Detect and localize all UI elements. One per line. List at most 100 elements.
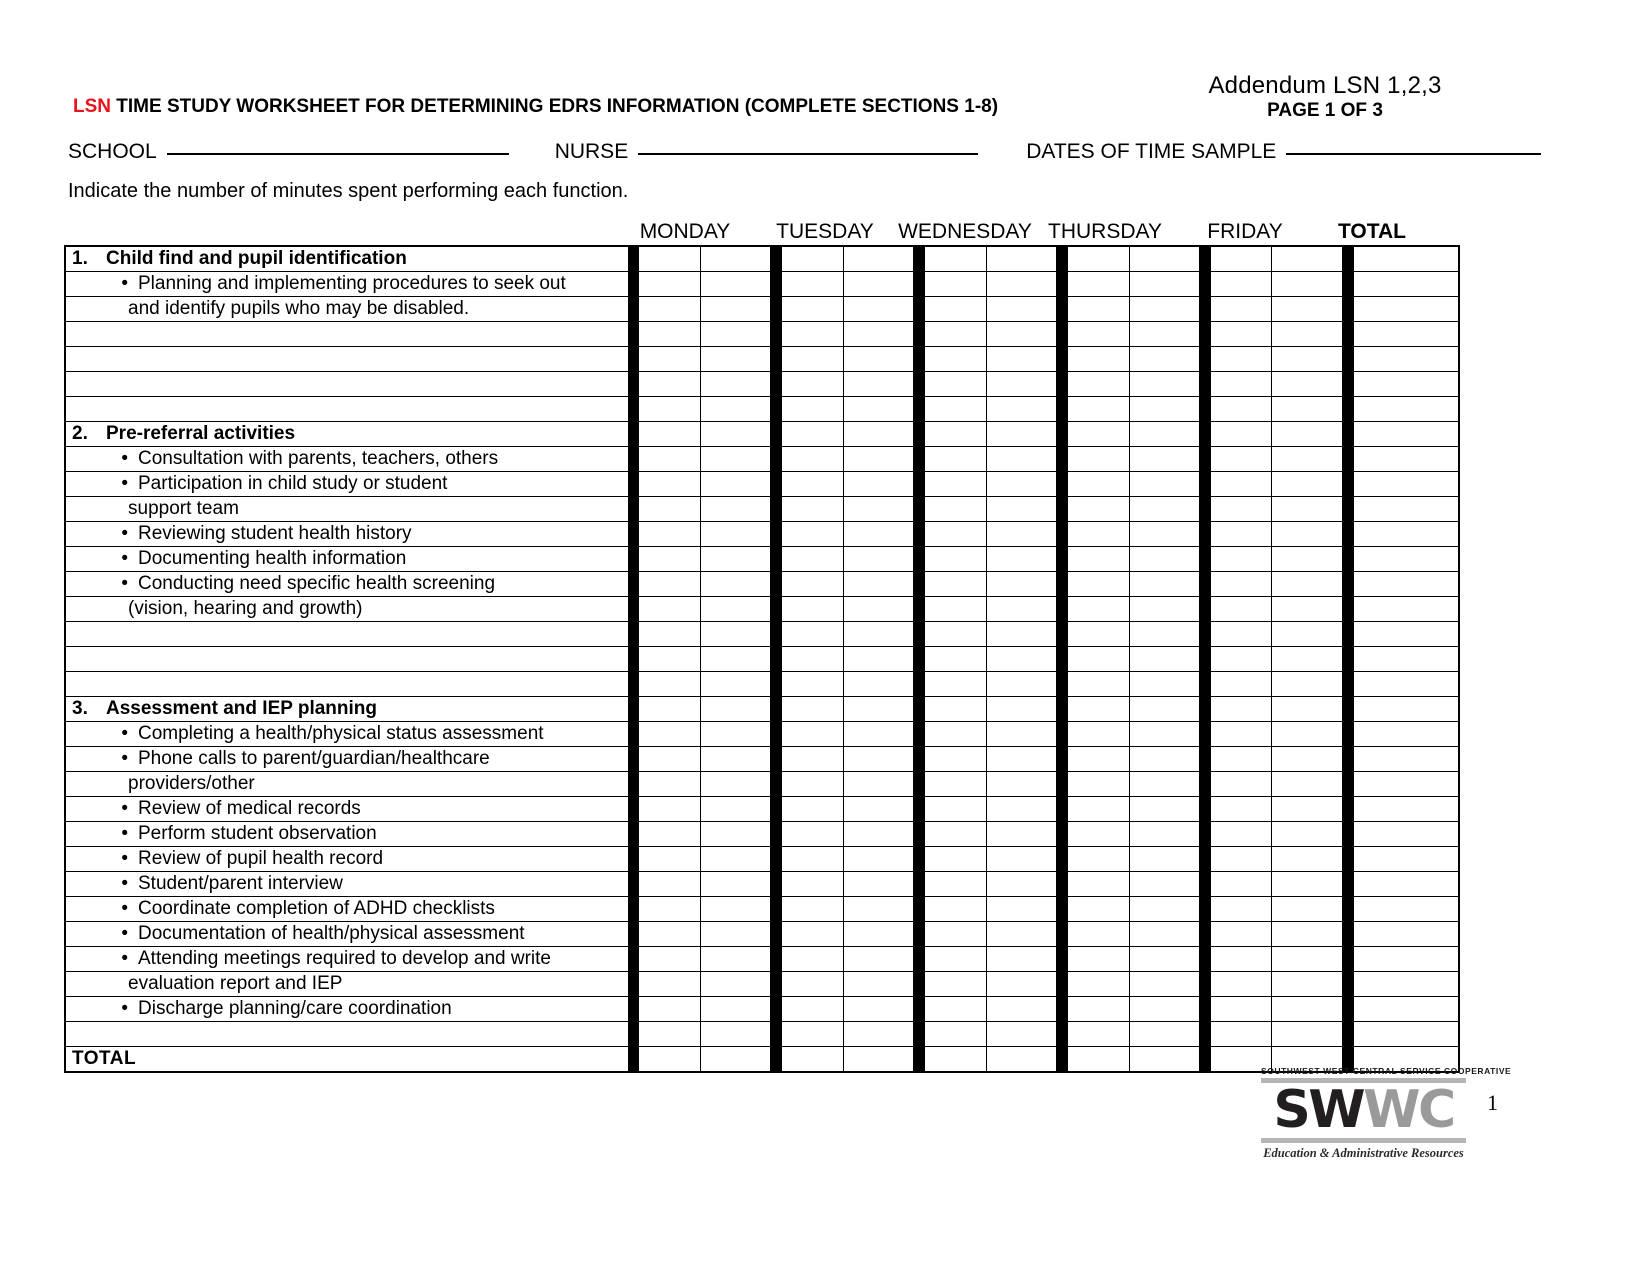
- entry-cell-friday-a[interactable]: [1210, 771, 1273, 797]
- entry-cell-monday-b[interactable]: [699, 521, 772, 547]
- entry-cell-friday-b[interactable]: [1271, 471, 1343, 497]
- entry-cell-wednesday-a[interactable]: [924, 721, 987, 747]
- entry-cell-thursday-a[interactable]: [1067, 671, 1130, 697]
- entry-cell-wednesday-a[interactable]: [924, 396, 987, 422]
- entry-cell-tuesday-b[interactable]: [842, 346, 915, 372]
- entry-cell-monday-a[interactable]: [638, 646, 701, 672]
- entry-cell-tuesday-b[interactable]: [842, 971, 915, 997]
- entry-cell-total[interactable]: [1353, 846, 1461, 872]
- entry-cell-wednesday-b[interactable]: [985, 846, 1058, 872]
- entry-cell-thursday-b[interactable]: [1128, 396, 1200, 422]
- entry-cell-thursday-a[interactable]: [1067, 971, 1130, 997]
- entry-cell-wednesday-b[interactable]: [985, 596, 1058, 622]
- entry-cell-monday-a[interactable]: [638, 721, 701, 747]
- entry-cell-monday-b[interactable]: [699, 471, 772, 497]
- entry-cell-friday-a[interactable]: [1210, 646, 1273, 672]
- entry-cell-monday-a[interactable]: [638, 245, 701, 272]
- entry-cell-monday-b[interactable]: [699, 446, 772, 472]
- entry-cell-thursday-a[interactable]: [1067, 521, 1130, 547]
- entry-cell-friday-a[interactable]: [1210, 871, 1273, 897]
- entry-cell-thursday-a[interactable]: [1067, 245, 1130, 272]
- entry-cell-friday-b[interactable]: [1271, 821, 1343, 847]
- entry-cell-thursday-b[interactable]: [1128, 346, 1200, 372]
- entry-cell-tuesday-a[interactable]: [781, 796, 844, 822]
- entry-cell-thursday-b[interactable]: [1128, 446, 1200, 472]
- entry-cell-tuesday-a[interactable]: [781, 621, 844, 647]
- entry-cell-friday-b[interactable]: [1271, 245, 1343, 272]
- entry-cell-friday-b[interactable]: [1271, 496, 1343, 522]
- entry-cell-monday-b[interactable]: [699, 621, 772, 647]
- entry-cell-total[interactable]: [1353, 596, 1461, 622]
- entry-cell-tuesday-a[interactable]: [781, 471, 844, 497]
- entry-cell-tuesday-b[interactable]: [842, 871, 915, 897]
- entry-cell-total[interactable]: [1353, 571, 1461, 597]
- entry-cell-tuesday-b[interactable]: [842, 596, 915, 622]
- entry-cell-monday-b[interactable]: [699, 946, 772, 972]
- entry-cell-friday-a[interactable]: [1210, 721, 1273, 747]
- entry-cell-friday-b[interactable]: [1271, 296, 1343, 322]
- entry-cell-tuesday-b[interactable]: [842, 371, 915, 397]
- entry-cell-monday-a[interactable]: [638, 771, 701, 797]
- entry-cell-thursday-a[interactable]: [1067, 746, 1130, 772]
- entry-cell-wednesday-b[interactable]: [985, 296, 1058, 322]
- entry-cell-tuesday-a[interactable]: [781, 321, 844, 347]
- entry-cell-monday-a[interactable]: [638, 571, 701, 597]
- entry-cell-thursday-b[interactable]: [1128, 546, 1200, 572]
- entry-cell-wednesday-b[interactable]: [985, 1046, 1058, 1073]
- entry-cell-wednesday-b[interactable]: [985, 946, 1058, 972]
- entry-cell-tuesday-a[interactable]: [781, 696, 844, 722]
- entry-cell-wednesday-b[interactable]: [985, 621, 1058, 647]
- entry-cell-friday-a[interactable]: [1210, 971, 1273, 997]
- entry-cell-wednesday-b[interactable]: [985, 521, 1058, 547]
- entry-cell-thursday-b[interactable]: [1128, 571, 1200, 597]
- entry-cell-thursday-a[interactable]: [1067, 271, 1130, 297]
- entry-cell-wednesday-b[interactable]: [985, 571, 1058, 597]
- entry-cell-wednesday-b[interactable]: [985, 646, 1058, 672]
- entry-cell-total[interactable]: [1353, 721, 1461, 747]
- entry-cell-monday-b[interactable]: [699, 771, 772, 797]
- entry-cell-friday-b[interactable]: [1271, 696, 1343, 722]
- entry-cell-wednesday-b[interactable]: [985, 996, 1058, 1022]
- entry-cell-wednesday-a[interactable]: [924, 896, 987, 922]
- entry-cell-monday-b[interactable]: [699, 571, 772, 597]
- entry-cell-tuesday-a[interactable]: [781, 721, 844, 747]
- entry-cell-monday-b[interactable]: [699, 546, 772, 572]
- entry-cell-friday-b[interactable]: [1271, 546, 1343, 572]
- entry-cell-tuesday-b[interactable]: [842, 621, 915, 647]
- entry-cell-monday-a[interactable]: [638, 971, 701, 997]
- entry-cell-wednesday-b[interactable]: [985, 746, 1058, 772]
- entry-cell-wednesday-a[interactable]: [924, 271, 987, 297]
- entry-cell-friday-b[interactable]: [1271, 596, 1343, 622]
- entry-cell-wednesday-b[interactable]: [985, 346, 1058, 372]
- entry-cell-friday-b[interactable]: [1271, 446, 1343, 472]
- entry-cell-total[interactable]: [1353, 671, 1461, 697]
- entry-cell-monday-a[interactable]: [638, 696, 701, 722]
- entry-cell-tuesday-b[interactable]: [842, 646, 915, 672]
- entry-cell-friday-a[interactable]: [1210, 496, 1273, 522]
- entry-cell-total[interactable]: [1353, 271, 1461, 297]
- entry-cell-thursday-a[interactable]: [1067, 721, 1130, 747]
- entry-cell-monday-b[interactable]: [699, 396, 772, 422]
- entry-cell-tuesday-b[interactable]: [842, 771, 915, 797]
- entry-cell-thursday-b[interactable]: [1128, 846, 1200, 872]
- entry-cell-thursday-a[interactable]: [1067, 421, 1130, 447]
- entry-cell-wednesday-a[interactable]: [924, 996, 987, 1022]
- entry-cell-wednesday-b[interactable]: [985, 696, 1058, 722]
- entry-cell-monday-b[interactable]: [699, 321, 772, 347]
- entry-cell-friday-a[interactable]: [1210, 696, 1273, 722]
- entry-cell-friday-a[interactable]: [1210, 271, 1273, 297]
- entry-cell-tuesday-b[interactable]: [842, 245, 915, 272]
- entry-cell-thursday-a[interactable]: [1067, 796, 1130, 822]
- entry-cell-tuesday-a[interactable]: [781, 446, 844, 472]
- entry-cell-thursday-a[interactable]: [1067, 571, 1130, 597]
- entry-cell-tuesday-a[interactable]: [781, 296, 844, 322]
- entry-cell-wednesday-a[interactable]: [924, 646, 987, 672]
- entry-cell-total[interactable]: [1353, 771, 1461, 797]
- entry-cell-total[interactable]: [1353, 696, 1461, 722]
- entry-cell-monday-b[interactable]: [699, 646, 772, 672]
- entry-cell-thursday-b[interactable]: [1128, 1021, 1200, 1047]
- entry-cell-monday-b[interactable]: [699, 846, 772, 872]
- entry-cell-friday-a[interactable]: [1210, 446, 1273, 472]
- entry-cell-friday-a[interactable]: [1210, 996, 1273, 1022]
- entry-cell-tuesday-b[interactable]: [842, 1046, 915, 1073]
